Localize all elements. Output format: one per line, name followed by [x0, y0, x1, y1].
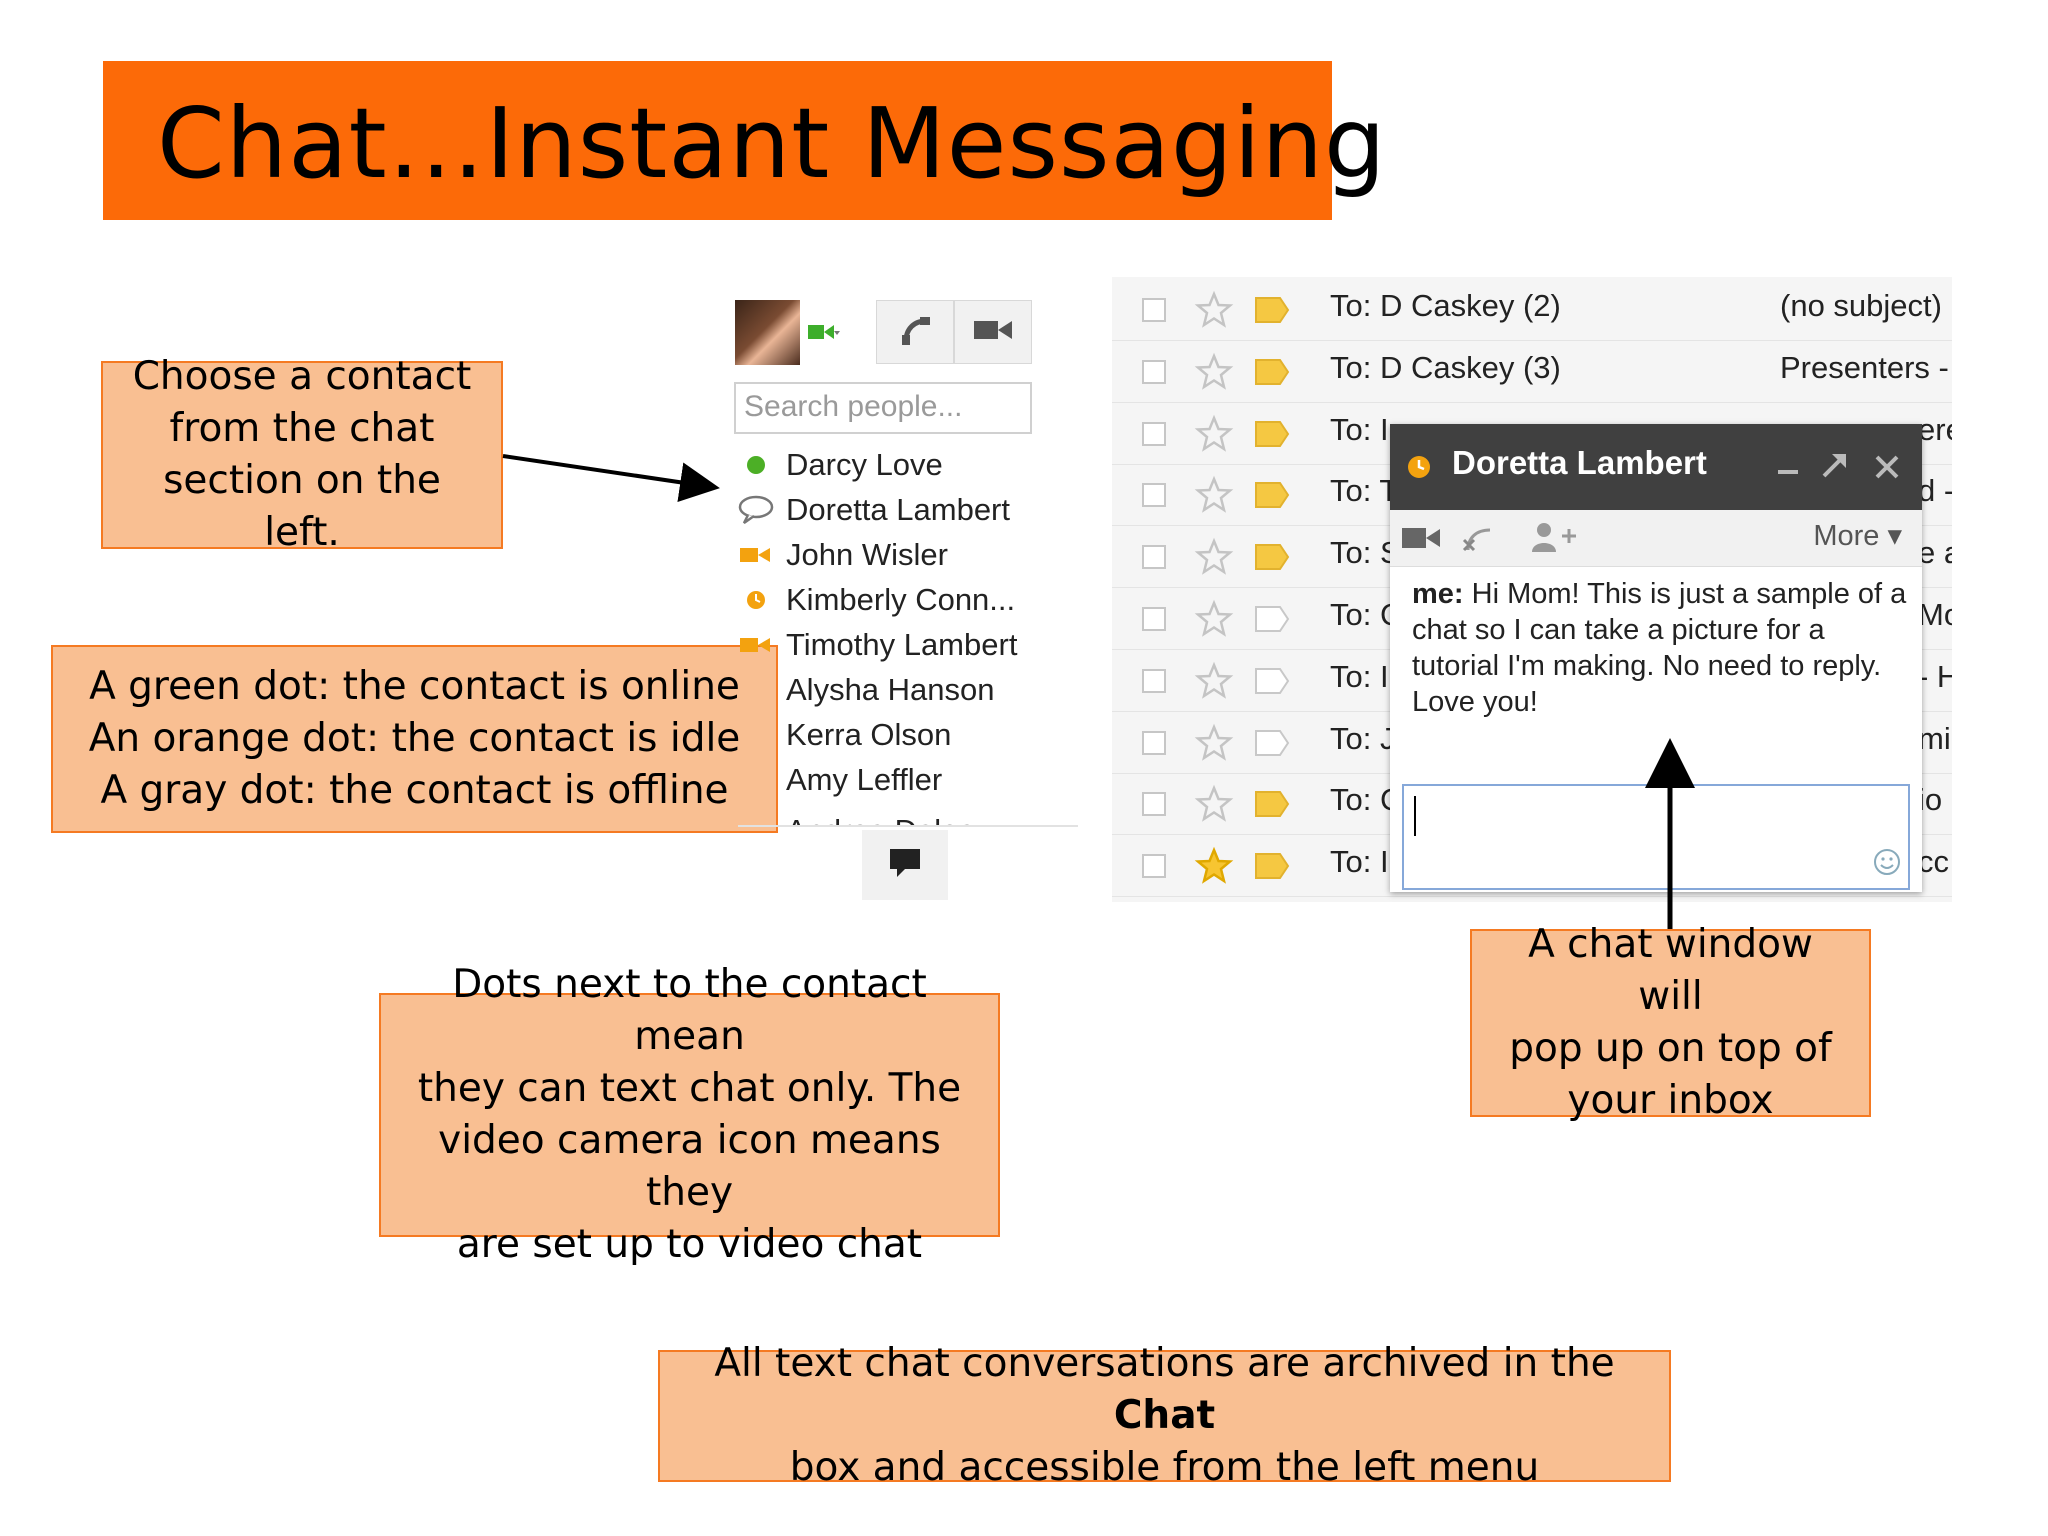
annotation-arrows — [502, 454, 1695, 929]
arrow-to-contacts — [502, 454, 720, 503]
